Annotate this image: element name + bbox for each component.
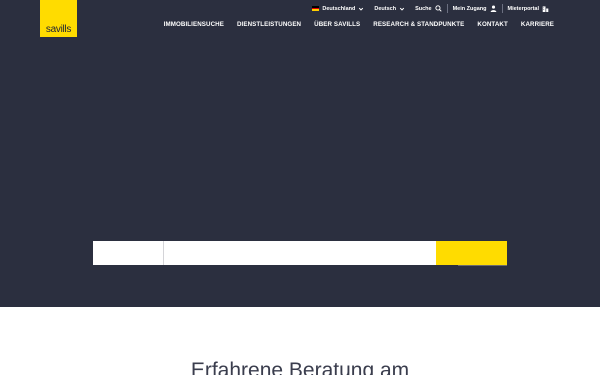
utility-nav: Deutschland Deutsch Suche Mein Zugang Mi… [307,3,554,14]
property-search-bar [93,241,507,266]
nav-item-immobiliensuche[interactable]: IMMOBILIENSUCHE [151,21,224,28]
search-input[interactable] [164,241,436,265]
nav-item-dienstleistungen[interactable]: DIENSTLEISTUNGEN [224,21,301,28]
button-underline [458,265,507,266]
search-type-select[interactable] [93,241,164,265]
chevron-down-icon [399,7,405,11]
search-link[interactable]: Suche [410,3,447,14]
tenant-portal-link[interactable]: Mieterportal [503,3,554,14]
nav-item-karriere[interactable]: KARRIERE [508,21,554,28]
language-label: Deutsch [374,5,397,12]
language-selector[interactable]: Deutsch [369,3,410,14]
nav-item-kontakt[interactable]: KONTAKT [464,21,508,28]
tenant-portal-label: Mieterportal [507,5,539,12]
account-link[interactable]: Mein Zugang [448,3,502,14]
search-icon [434,5,442,12]
country-selector[interactable]: Deutschland [307,3,369,14]
nav-item-research[interactable]: RESEARCH & STANDPUNKTE [360,21,464,28]
hero-banner: savills Deutschland Deutsch Suche Mein Z… [0,0,600,307]
account-label: Mein Zugang [452,5,487,12]
building-icon [542,6,549,12]
section-heading: Erfahrene Beratung am [190,359,410,375]
savills-logo[interactable]: savills [40,0,77,37]
germany-flag-icon [312,6,320,12]
user-icon [490,5,496,12]
main-nav: IMMOBILIENSUCHE DIENSTLEISTUNGEN ÜBER SA… [151,21,554,28]
search-label: Suche [415,5,432,12]
logo-text: savills [45,24,72,35]
country-label: Deutschland [322,5,356,12]
nav-item-ueber-savills[interactable]: ÜBER SAVILLS [301,21,360,28]
chevron-down-icon [359,7,364,11]
search-button[interactable] [436,241,507,266]
